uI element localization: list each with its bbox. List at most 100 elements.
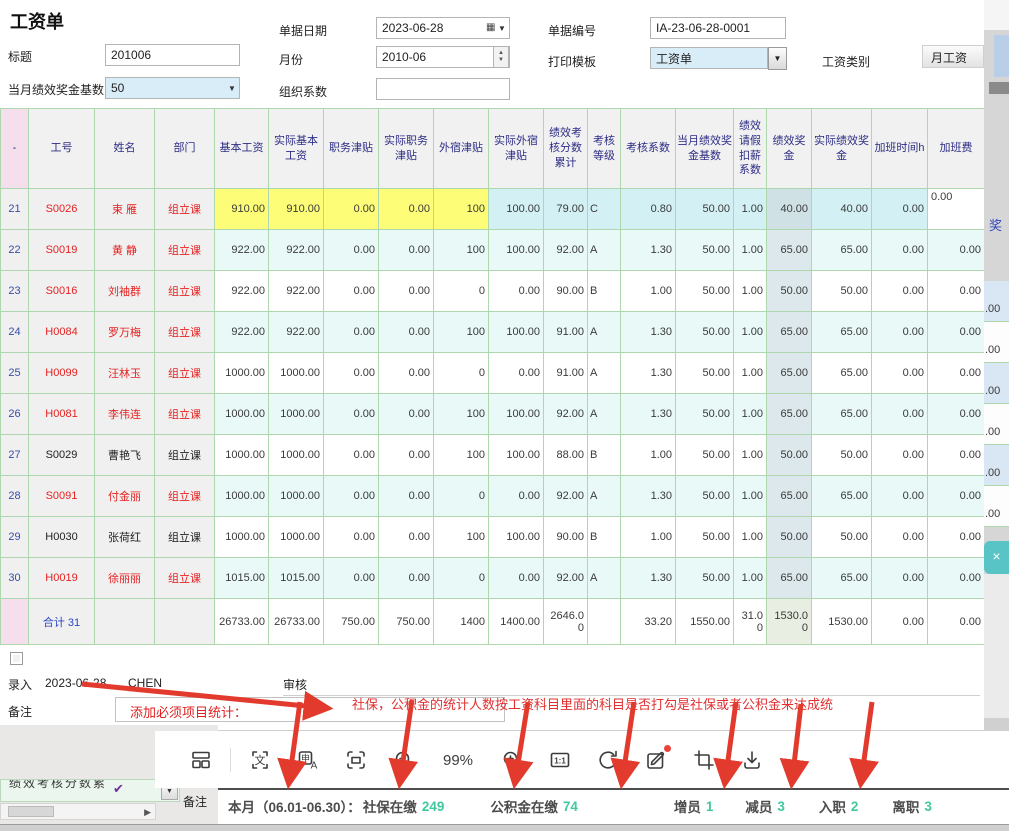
cell-overtime_hours[interactable]: 0.00 [872,189,928,230]
cell-overtime_hours[interactable]: 0.00 [872,312,928,353]
cell-actual_perf_bonus[interactable]: 65.00 [812,230,872,271]
cell-base_salary[interactable]: 1015.00 [215,558,269,599]
cell-dept[interactable]: 组立课 [155,476,215,517]
row-number[interactable]: 23 [1,271,29,312]
cell-actual_lodging_allowance[interactable]: 100.00 [489,435,544,476]
cell-month_bonus_base[interactable]: 50.00 [676,230,734,271]
cell-perf_bonus[interactable]: 65.00 [767,476,812,517]
cell-leave_deduct_coef[interactable]: 1.00 [734,517,767,558]
col-header-perf_score_total[interactable]: 绩效考核分数累计 [544,109,588,189]
cell-actual_perf_bonus[interactable]: 40.00 [812,189,872,230]
zoom-out-icon[interactable] [391,747,417,773]
cell-base_salary[interactable]: 922.00 [215,271,269,312]
cell-actual_base_salary[interactable]: 1000.00 [269,435,324,476]
col-header-actual_base_salary[interactable]: 实际基本工资 [269,109,324,189]
cell-dept[interactable]: 组立课 [155,558,215,599]
edit-icon[interactable] [643,747,669,773]
cell-name[interactable]: 黄 静 [95,230,155,271]
row-number[interactable]: 21 [1,189,29,230]
total-actual_lodging_allowance[interactable]: 1400.00 [489,599,544,645]
cell-grade[interactable]: B [588,517,621,558]
total-perf_bonus[interactable]: 1530.00 [767,599,812,645]
total-duty_allowance[interactable]: 750.00 [324,599,379,645]
cell-actual_base_salary[interactable]: 922.00 [269,271,324,312]
total-actual_duty_allowance[interactable]: 750.00 [379,599,434,645]
cell-base_salary[interactable]: 922.00 [215,230,269,271]
cell-grade[interactable]: C [588,189,621,230]
total-grade[interactable] [588,599,621,645]
cell-name[interactable]: 李伟连 [95,394,155,435]
cell-dept[interactable]: 组立课 [155,230,215,271]
cell-grade[interactable]: A [588,312,621,353]
cell-overtime_pay[interactable]: 0.00 [928,517,985,558]
close-icon[interactable]: × [984,541,1009,574]
cell-overtime_pay[interactable]: 0.00 [928,476,985,517]
cell-name[interactable]: 刘袖群 [95,271,155,312]
row-number[interactable]: 25 [1,353,29,394]
cell-base_salary[interactable]: 922.00 [215,312,269,353]
row-number[interactable]: 30 [1,558,29,599]
cell-overtime_hours[interactable]: 0.00 [872,353,928,394]
cell-perf_score_total[interactable]: 90.00 [544,271,588,312]
cell-actual_perf_bonus[interactable]: 65.00 [812,476,872,517]
chevron-down-icon[interactable]: ▼ [498,24,506,33]
row-number[interactable]: 22 [1,230,29,271]
zoom-in-icon[interactable] [499,747,525,773]
cell-overtime_pay[interactable]: 0.00 [928,394,985,435]
cell-perf_score_total[interactable]: 90.00 [544,517,588,558]
print-template-combo[interactable] [650,47,768,69]
cell-perf_bonus[interactable]: 40.00 [767,189,812,230]
cell-actual_perf_bonus[interactable]: 65.00 [812,394,872,435]
cell-leave_deduct_coef[interactable]: 1.00 [734,394,767,435]
cell-perf_bonus[interactable]: 65.00 [767,353,812,394]
cell-overtime_hours[interactable]: 0.00 [872,476,928,517]
cell-lodging_allowance[interactable]: 100 [434,435,489,476]
month-input[interactable] [376,46,510,68]
cell-name[interactable]: 张荷红 [95,517,155,558]
cell-actual_duty_allowance[interactable]: 0.00 [379,435,434,476]
cell-month_bonus_base[interactable]: 50.00 [676,517,734,558]
layout-grid-icon[interactable] [188,747,214,773]
cell-grade[interactable]: B [588,271,621,312]
cell-emp_id[interactable]: H0019 [29,558,95,599]
cell-dept[interactable]: 组立课 [155,353,215,394]
cell-lodging_allowance[interactable]: 0 [434,353,489,394]
cell-month_bonus_base[interactable]: 50.00 [676,476,734,517]
cell-overtime_pay[interactable]: 0.00 [928,230,985,271]
cell-actual_lodging_allowance[interactable]: 100.00 [489,230,544,271]
cell-dept[interactable]: 组立课 [155,394,215,435]
cell-lodging_allowance[interactable]: 0 [434,271,489,312]
cell-overtime_pay[interactable]: 0.00 [928,558,985,599]
title-input[interactable] [105,44,240,66]
cell-grade[interactable]: A [588,394,621,435]
cell-dept[interactable]: 组立课 [155,517,215,558]
cell-base_salary[interactable]: 1000.00 [215,517,269,558]
total-lodging_allowance[interactable]: 1400 [434,599,489,645]
cell-actual_perf_bonus[interactable]: 50.00 [812,517,872,558]
total-leave_deduct_coef[interactable]: 31.00 [734,599,767,645]
total-actual_perf_bonus[interactable]: 1530.00 [812,599,872,645]
cell-emp_id[interactable]: H0081 [29,394,95,435]
cell-dept[interactable]: 组立课 [155,189,215,230]
cell-emp_id[interactable]: S0019 [29,230,95,271]
cell-perf_score_total[interactable]: 92.00 [544,394,588,435]
cell-assess_coef[interactable]: 1.00 [621,271,676,312]
cell-grade[interactable]: A [588,230,621,271]
cell-actual_lodging_allowance[interactable]: 100.00 [489,517,544,558]
cell-name[interactable]: 汪林玉 [95,353,155,394]
cell-actual_perf_bonus[interactable]: 65.00 [812,353,872,394]
cell-overtime_hours[interactable]: 0.00 [872,230,928,271]
cell-dept[interactable]: 组立课 [155,435,215,476]
cell-actual_base_salary[interactable]: 910.00 [269,189,324,230]
cell-actual_duty_allowance[interactable]: 0.00 [379,558,434,599]
cell-assess_coef[interactable]: 1.30 [621,394,676,435]
cell-dept[interactable]: 组立课 [155,271,215,312]
scrollbar-thumb[interactable] [8,806,54,817]
dropdown-button[interactable]: ▼ [768,47,787,70]
cell-actual_duty_allowance[interactable]: 0.00 [379,189,434,230]
cell-emp_id[interactable]: S0091 [29,476,95,517]
cell-duty_allowance[interactable]: 0.00 [324,476,379,517]
col-header-actual_lodging_allowance[interactable]: 实际外宿津贴 [489,109,544,189]
cell-emp_id[interactable]: H0099 [29,353,95,394]
cell-overtime_pay[interactable]: 0.00 [928,271,985,312]
